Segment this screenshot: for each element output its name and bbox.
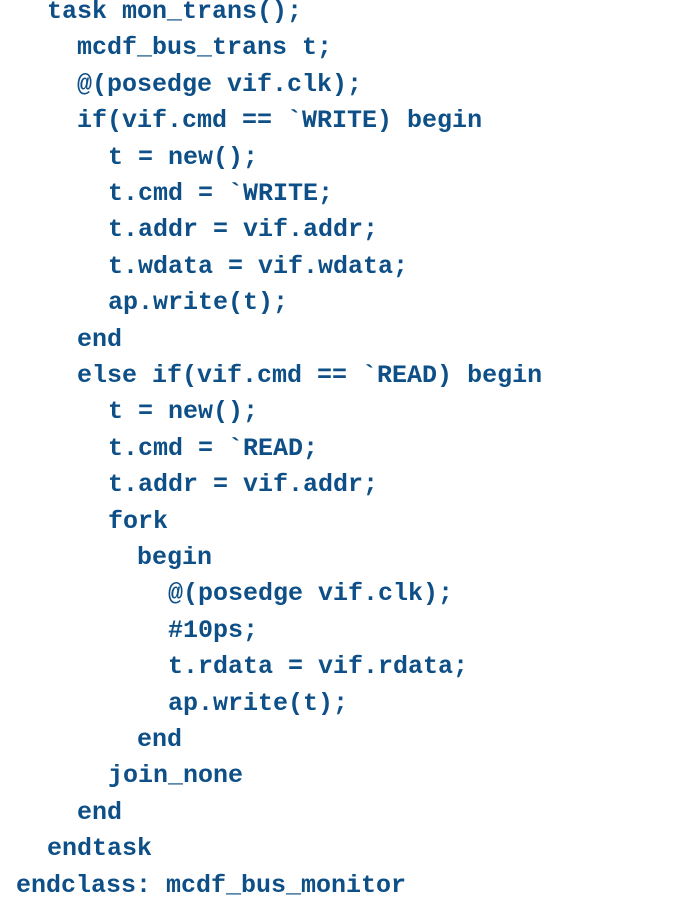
code-line: begin xyxy=(137,543,213,572)
code-line: t = new(); xyxy=(108,397,259,427)
code-line: end xyxy=(77,797,123,827)
code-line: t.wdata = vif.wdata; xyxy=(108,251,409,281)
code-line: if(vif.cmd == `WRITE) begin xyxy=(77,106,483,136)
code-line: else if(vif.cmd == `READ) begin xyxy=(77,361,543,390)
code-line: endclass: mcdf_bus_monitor xyxy=(16,870,407,900)
code-line: mcdf_bus_trans t; xyxy=(77,33,333,63)
code-line: @(posedge vif.clk); xyxy=(77,69,363,99)
code-line: #10ps; xyxy=(168,615,259,645)
code-line: end xyxy=(77,324,123,354)
code-line: ap.write(t); xyxy=(108,288,289,318)
code-line: t.cmd = `WRITE; xyxy=(108,179,334,208)
code-line: t = new(); xyxy=(108,142,259,172)
code-line: task mon_trans(); xyxy=(47,0,303,26)
code-line: fork xyxy=(108,506,169,536)
code-line: t.addr = vif.addr; xyxy=(108,215,379,245)
code-listing: task mon_trans(); mcdf_bus_trans t; @(pose… xyxy=(0,0,680,907)
code-line: t.rdata = vif.rdata; xyxy=(168,652,469,682)
code-line: @(posedge vif.clk); xyxy=(168,579,454,609)
code-line: end xyxy=(137,725,183,754)
code-line: t.addr = vif.addr; xyxy=(108,470,379,500)
code-line: ap.write(t); xyxy=(168,688,349,718)
code-line: join_none xyxy=(108,761,244,791)
code-line: t.cmd = `READ; xyxy=(108,433,319,463)
code-line: endtask xyxy=(47,834,153,864)
